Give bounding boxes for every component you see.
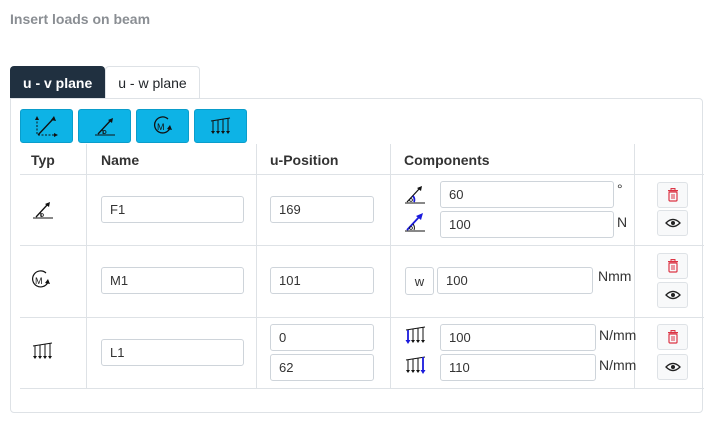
eye-icon (664, 290, 681, 300)
svg-text:M: M (35, 276, 43, 286)
add-moment-button[interactable]: M (136, 109, 189, 143)
unit-label: ° (617, 181, 623, 197)
unit-label: N (617, 214, 628, 230)
trash-icon (667, 188, 678, 202)
header-name: Name (101, 152, 140, 168)
add-distributed-load-button[interactable] (194, 109, 247, 143)
toggle-visibility-button[interactable] (657, 210, 688, 236)
load-name-field[interactable] (101, 267, 244, 294)
moment-value-field[interactable] (437, 267, 593, 294)
eye-icon (664, 218, 681, 228)
load-end-icon (405, 356, 426, 374)
add-inclined-force-button[interactable] (78, 109, 131, 143)
load-start-value-field[interactable] (440, 324, 596, 351)
force-angle-icon (405, 186, 425, 204)
header-components: Components (404, 152, 490, 168)
add-force-components-button[interactable] (20, 109, 73, 143)
load-name-field[interactable] (101, 196, 244, 223)
u-position-field[interactable] (270, 196, 374, 223)
moment-icon: M (32, 270, 50, 288)
u-position-start-field[interactable] (270, 324, 374, 351)
load-name-field[interactable] (101, 339, 244, 366)
page-title: Insert loads on beam (10, 11, 151, 27)
force-magnitude-field[interactable] (440, 211, 614, 238)
svg-text:M: M (157, 122, 165, 132)
unit-label: N/mm (599, 357, 637, 373)
toggle-visibility-button[interactable] (657, 282, 688, 308)
eye-icon (664, 362, 681, 372)
delete-button[interactable] (657, 253, 688, 279)
plane-tabs: u - v plane u - w plane (10, 66, 200, 99)
distributed-load-icon (32, 342, 53, 359)
tab-u-v-plane[interactable]: u - v plane (10, 66, 106, 99)
u-position-field[interactable] (270, 267, 374, 294)
inclined-force-icon (33, 202, 53, 219)
trash-icon (667, 330, 678, 344)
trash-icon (667, 259, 678, 273)
load-start-icon (405, 326, 426, 344)
load-type-toolbar: M (20, 109, 247, 143)
delete-button[interactable] (657, 324, 688, 350)
loads-table: Typ Name u-Position Components ° (20, 144, 704, 389)
unit-label: N/mm (599, 327, 637, 343)
force-components-icon (34, 116, 58, 137)
u-position-end-field[interactable] (270, 354, 374, 381)
loads-panel: M Typ Name u-Position Components F1 169 … (10, 98, 704, 413)
header-u-position: u-Position (270, 152, 339, 168)
moment-icon: M (153, 116, 172, 134)
force-angle-field[interactable] (440, 181, 614, 208)
moment-axis-label: w (405, 267, 434, 295)
load-end-value-field[interactable] (440, 354, 596, 381)
tab-u-w-plane[interactable]: u - w plane (105, 66, 200, 99)
inclined-force-icon (94, 118, 115, 136)
distributed-load-icon (210, 117, 230, 134)
force-magnitude-icon (405, 213, 425, 232)
delete-button[interactable] (657, 182, 688, 208)
toggle-visibility-button[interactable] (657, 354, 688, 380)
unit-label: Nmm (598, 268, 632, 284)
header-typ: Typ (31, 152, 55, 168)
